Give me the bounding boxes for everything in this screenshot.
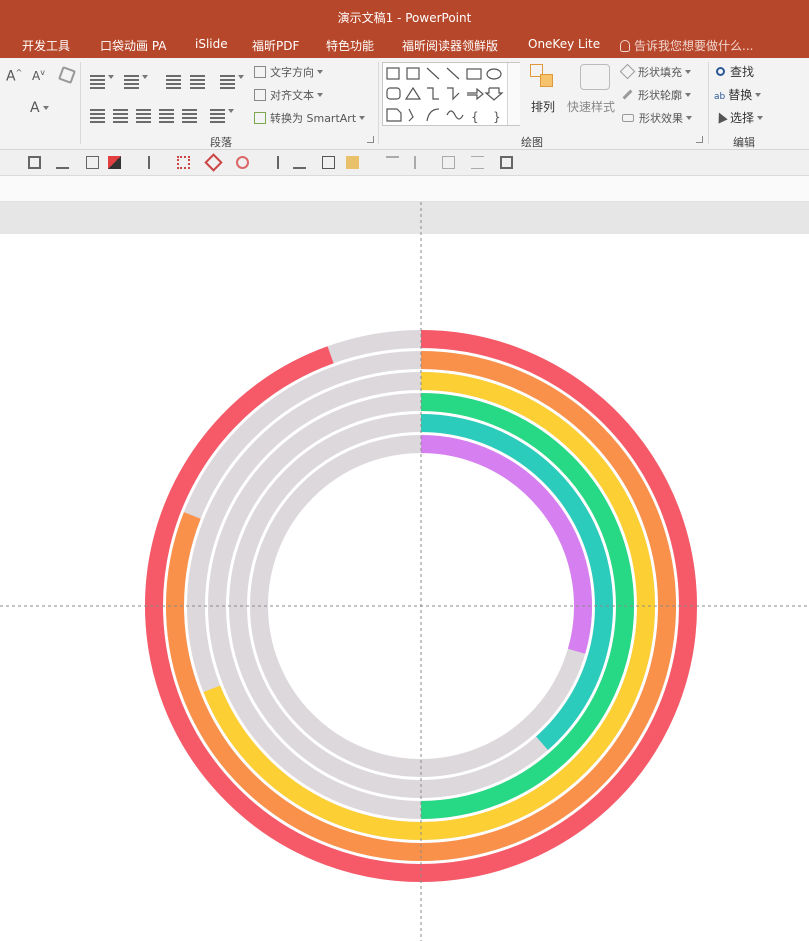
arrange-label: 排列 <box>531 100 556 114</box>
decrease-font-icon[interactable]: Av <box>32 68 45 83</box>
replace-label: 替换 <box>728 88 753 102</box>
decrease-indent-icon[interactable] <box>166 66 181 85</box>
quick-styles-icon <box>580 64 610 90</box>
shape-effects-button[interactable]: 形状效果 <box>622 110 692 126</box>
tab-developer-tools[interactable]: 开发工具 <box>22 37 70 54</box>
text-direction-icon <box>254 66 266 78</box>
group-separator <box>378 62 379 144</box>
ribbon: A^ Av A 文字方向 对齐文本 转换为 SmartArt 段落 {} 排列… <box>0 58 809 150</box>
paint-bucket-icon <box>619 63 636 80</box>
dialog-launcher-icon[interactable] <box>696 136 703 143</box>
bullets-icon[interactable] <box>90 66 114 85</box>
align-text-button[interactable]: 对齐文本 <box>254 87 323 103</box>
clear-formatting-icon[interactable] <box>58 66 76 84</box>
gallery-scrollbar[interactable] <box>507 63 520 125</box>
columns-icon[interactable] <box>210 100 234 119</box>
align-left-tool-icon[interactable] <box>148 156 161 169</box>
ribbon-tabs: 开发工具 口袋动画 PA iSlide 福昕PDF 特色功能 福昕阅读器领鲜版 … <box>0 32 809 58</box>
rotate-icon[interactable] <box>204 153 223 172</box>
tab-foxit-reader[interactable]: 福昕阅读器领鲜版 <box>402 37 498 54</box>
tab-foxit-pdf[interactable]: 福昕PDF <box>252 37 299 54</box>
dialog-launcher-icon[interactable] <box>367 136 374 143</box>
powerpoint-window: 演示文稿1 - PowerPoint 开发工具 口袋动画 PA iSlide 福… <box>0 0 809 941</box>
effects-icon <box>622 114 634 122</box>
arrange-icon <box>530 64 556 90</box>
shape-fill-label: 形状填充 <box>638 66 682 79</box>
align-left-icon[interactable] <box>90 100 105 119</box>
middle-icon[interactable] <box>471 156 484 169</box>
line-spacing-icon[interactable] <box>220 66 244 85</box>
slide-canvas[interactable] <box>0 234 809 941</box>
font-color-icon[interactable]: A <box>30 100 49 116</box>
lightbulb-icon <box>620 40 630 52</box>
shape-gallery[interactable]: {} <box>382 62 520 126</box>
numbering-icon[interactable] <box>124 66 148 85</box>
text-direction-label: 文字方向 <box>270 66 314 79</box>
convert-smartart-button[interactable]: 转换为 SmartArt <box>254 110 366 126</box>
center-icon[interactable] <box>442 156 455 169</box>
align-right-tool-icon[interactable] <box>266 156 279 169</box>
grid-icon[interactable] <box>28 156 41 169</box>
text-direction-button[interactable]: 文字方向 <box>254 64 323 80</box>
cursor-icon <box>714 110 728 124</box>
shape-outline-button[interactable]: 形状轮廓 <box>622 87 691 103</box>
ruler-area <box>0 176 809 202</box>
shapes-icon: {} <box>386 67 504 124</box>
flip-icon[interactable] <box>386 156 399 169</box>
replace-button[interactable]: ab 替换 <box>714 86 762 103</box>
pencil-icon <box>622 89 633 100</box>
align-center-icon[interactable] <box>113 100 128 119</box>
alignment-toolbar <box>0 150 809 176</box>
paste-icon[interactable] <box>346 156 359 169</box>
title-bar: 演示文稿1 - PowerPoint <box>0 0 809 32</box>
editing-group-label: 编辑 <box>733 136 755 149</box>
brush-icon[interactable] <box>414 156 427 169</box>
tell-me-text: 告诉我您想要做什么... <box>634 39 754 53</box>
smartart-icon <box>254 112 266 124</box>
align-bottom-tool-icon[interactable] <box>293 156 306 169</box>
increase-font-icon[interactable]: A^ <box>6 68 22 85</box>
group-separator <box>80 62 81 144</box>
search-icon <box>716 67 725 76</box>
align-top-icon[interactable] <box>56 156 69 169</box>
text-box-icon[interactable] <box>322 156 335 169</box>
tab-islide[interactable]: iSlide <box>195 37 228 51</box>
arrange-button[interactable]: 排列 <box>531 98 555 115</box>
shape-effects-label: 形状效果 <box>639 112 683 125</box>
ring-tool-icon[interactable] <box>236 156 249 169</box>
paragraph-group-label: 段落 <box>210 136 232 149</box>
distributed-icon[interactable] <box>182 100 197 119</box>
tell-me-search[interactable]: 告诉我您想要做什么... <box>620 37 753 54</box>
quick-styles-button[interactable]: 快速样式 <box>567 98 615 115</box>
shape-outline-label: 形状轮廓 <box>638 89 682 102</box>
replace-icon: ab <box>714 92 726 102</box>
convert-smartart-label: 转换为 SmartArt <box>270 112 357 125</box>
color-picker-icon[interactable] <box>108 156 121 169</box>
find-button[interactable]: 查找 <box>716 63 754 80</box>
drawing-group-label: 绘图 <box>521 136 543 149</box>
justify-icon[interactable] <box>159 100 174 119</box>
align-text-label: 对齐文本 <box>270 89 314 102</box>
increase-indent-icon[interactable] <box>190 66 205 85</box>
svg-text:}: } <box>493 110 501 124</box>
tab-onekey-lite[interactable]: OneKey Lite <box>528 37 600 51</box>
tab-pocket-animation[interactable]: 口袋动画 PA <box>100 37 167 54</box>
shape-fill-button[interactable]: 形状填充 <box>619 63 691 80</box>
distribute-icon[interactable] <box>177 156 190 169</box>
group-separator <box>708 62 709 144</box>
find-label: 查找 <box>730 65 755 79</box>
group-icon[interactable] <box>500 156 513 169</box>
radial-bar-chart[interactable] <box>0 234 809 941</box>
window-title: 演示文稿1 - PowerPoint <box>337 11 472 25</box>
align-right-icon[interactable] <box>136 100 151 119</box>
align-text-icon <box>254 89 266 101</box>
align-middle-icon[interactable] <box>86 156 99 169</box>
select-label: 选择 <box>730 111 755 125</box>
tab-special-features[interactable]: 特色功能 <box>326 37 374 54</box>
svg-text:{: { <box>471 110 479 124</box>
select-button[interactable]: 选择 <box>714 109 764 126</box>
guide-extension <box>420 202 422 234</box>
quick-styles-label: 快速样式 <box>567 100 616 114</box>
